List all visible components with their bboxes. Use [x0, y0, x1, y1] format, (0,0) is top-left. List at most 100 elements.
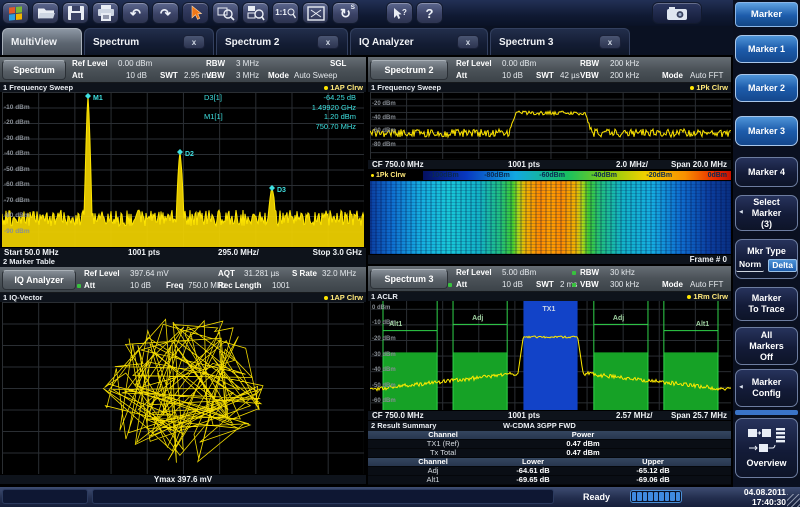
spectrogram-colorbar: 1Pk Clrw -100dBm-80dBm-60dBm-40dBm-20dBm…	[368, 170, 731, 181]
axis-points: 1001 pts	[508, 160, 540, 170]
select-cursor-button[interactable]	[182, 2, 209, 24]
spectrogram-frame-bar: Frame # 0	[368, 254, 731, 264]
sgl-label: SGL	[330, 59, 346, 69]
softkey-separator	[735, 410, 798, 415]
marker-freq: 1.49920 GHz	[256, 103, 356, 113]
softkey-marker-config[interactable]: ◄ Marker Config	[735, 369, 798, 407]
tab-spectrum-2[interactable]: Spectrum 2 x	[216, 28, 348, 55]
zoom-windows-button[interactable]	[242, 2, 269, 24]
tab-iq-analyzer[interactable]: IQ Analyzer x	[350, 28, 488, 55]
iq-vector-plot[interactable]	[2, 302, 364, 474]
colorbar-trace-label: 1Pk Clrw	[371, 171, 406, 180]
print-icon	[97, 5, 115, 21]
close-tab-icon[interactable]: x	[599, 35, 621, 49]
redo-icon: ↷	[160, 7, 171, 20]
vbw-value: 200 kHz	[610, 71, 639, 81]
channel-label: Alt1	[696, 321, 709, 329]
status-segment	[2, 489, 88, 504]
undo-button[interactable]: ↶	[122, 2, 149, 24]
aclr-plot[interactable]: 0 dBm-10 dBm-20 dBm-30 dBm-40 dBm-50 dBm…	[370, 301, 731, 410]
tab-spectrum-3[interactable]: Spectrum 3 x	[490, 28, 630, 55]
att-label: Att	[72, 71, 83, 81]
trace-label: 1AP Clrw	[324, 293, 363, 302]
sequencer-button[interactable]: ↻ S	[332, 2, 359, 24]
spectrum1-plot[interactable]: M1D2D3 D3[1] -64.25 dB 1.49920 GHz M1[1]…	[2, 92, 364, 247]
softkey-marker-2[interactable]: Marker 2	[735, 74, 798, 102]
mkr-type-delta[interactable]: Delta	[768, 259, 797, 272]
y-axis-label: -80 dBm	[4, 212, 30, 220]
coupled-indicator	[572, 283, 576, 287]
zoom-area-icon	[217, 5, 235, 22]
softkey-marker-to-trace[interactable]: Marker To Trace	[735, 287, 798, 321]
spectrum1-channel-button[interactable]: Spectrum	[2, 60, 66, 80]
softkey-marker-1[interactable]: Marker 1	[735, 35, 798, 63]
redo-button[interactable]: ↷	[152, 2, 179, 24]
tab-label: MultiView	[11, 37, 57, 48]
overview-icon	[747, 427, 787, 455]
rbw-label: RBW	[580, 268, 599, 278]
status-bar: Ready 04.08.2011 17:40:30	[0, 487, 800, 507]
zoom-1-1-lens	[287, 8, 296, 19]
help-pointer-button[interactable]: ?	[386, 2, 413, 24]
progress-bar	[630, 490, 682, 503]
tab-label: Spectrum 3	[499, 37, 553, 48]
colorbar-label: -80dBm	[484, 172, 510, 180]
close-tab-icon[interactable]: x	[317, 35, 339, 49]
swt-label: SWT	[536, 280, 554, 290]
spectrum2-channel-button[interactable]: Spectrum 2	[370, 60, 448, 80]
side-menu-arrow-icon: ◄	[738, 383, 744, 394]
softkey-marker-3[interactable]: Marker 3	[735, 116, 798, 146]
y-axis-label: -60 dBm	[4, 181, 30, 189]
marker-table-title: 2 Marker Table	[0, 257, 366, 267]
spectrum3-channel-button[interactable]: Spectrum 3	[370, 269, 448, 289]
spectrogram[interactable]	[370, 181, 731, 254]
mode-label: Mode	[268, 71, 289, 81]
att-value: 10 dB	[126, 71, 147, 81]
zoom-1-1-button[interactable]: 1:1	[272, 2, 299, 24]
swt-value: 42 µs	[560, 71, 580, 81]
tab-multiview[interactable]: MultiView	[2, 28, 82, 55]
mkr-type-norm[interactable]: Norm	[736, 259, 764, 272]
softkey-marker-4[interactable]: Marker 4	[735, 157, 798, 187]
iq-channel-button[interactable]: IQ Analyzer	[2, 270, 76, 290]
help-button[interactable]: ?	[416, 2, 443, 24]
table-row: Alt1 -69.65 dB -69.06 dB	[368, 476, 731, 485]
close-tab-icon[interactable]: x	[457, 35, 479, 49]
marker-value: -64.25 dB	[256, 93, 356, 103]
softkey-select-marker[interactable]: ◄ Select Marker (3)	[735, 195, 798, 231]
spectrum3-header: Spectrum 3 Ref Level 5.00 dBm RBW 30 kHz…	[368, 266, 731, 292]
freq-label: Freq	[166, 281, 183, 291]
left-column: Spectrum Ref Level 0.00 dBm RBW 3 MHz SG…	[0, 57, 366, 484]
ref-level-label: Ref Level	[456, 268, 492, 278]
coupled-indicator	[572, 271, 576, 275]
coupled-indicator	[448, 283, 452, 287]
trace-dot-icon	[690, 86, 694, 90]
softkey-all-markers-off[interactable]: All Markers Off	[735, 327, 798, 365]
tab-spectrum[interactable]: Spectrum x	[84, 28, 214, 55]
colorbar-label: -100dBm	[429, 172, 459, 180]
close-tab-icon[interactable]: x	[183, 35, 205, 49]
channel-label: Adj	[472, 315, 483, 323]
spectrum2-plot[interactable]: -20 dBm-40 dBm-60 dBm-80 dBm	[370, 92, 731, 159]
y-axis-label: -30 dBm	[4, 135, 30, 143]
softkey-mkr-type[interactable]: Mkr Type Norm Delta	[735, 239, 798, 279]
colorbar-label: -40dBm	[591, 172, 617, 180]
marker-name: D3[1]	[204, 93, 256, 103]
zoom-area-button[interactable]	[212, 2, 239, 24]
ref-level-value: 397.64 mV	[130, 269, 169, 279]
marker-freq: 750.70 MHz	[256, 122, 356, 132]
print-button[interactable]	[92, 2, 119, 24]
open-button[interactable]	[32, 2, 59, 24]
swt-label: SWT	[160, 71, 178, 81]
y-axis-label: -90 dBm	[4, 228, 30, 236]
rec-length-value: 1001	[272, 281, 290, 291]
tab-label: Spectrum 2	[225, 37, 279, 48]
y-axis-label: -50 dBm	[4, 166, 30, 174]
display-setup-button[interactable]	[302, 2, 329, 24]
windows-logo-icon[interactable]	[2, 2, 29, 24]
help-icon: ?	[426, 7, 434, 20]
save-button[interactable]	[62, 2, 89, 24]
ref-level-value: 0.00 dBm	[502, 59, 536, 69]
screenshot-button[interactable]	[652, 2, 702, 24]
softkey-overview[interactable]: Overview	[735, 418, 798, 478]
